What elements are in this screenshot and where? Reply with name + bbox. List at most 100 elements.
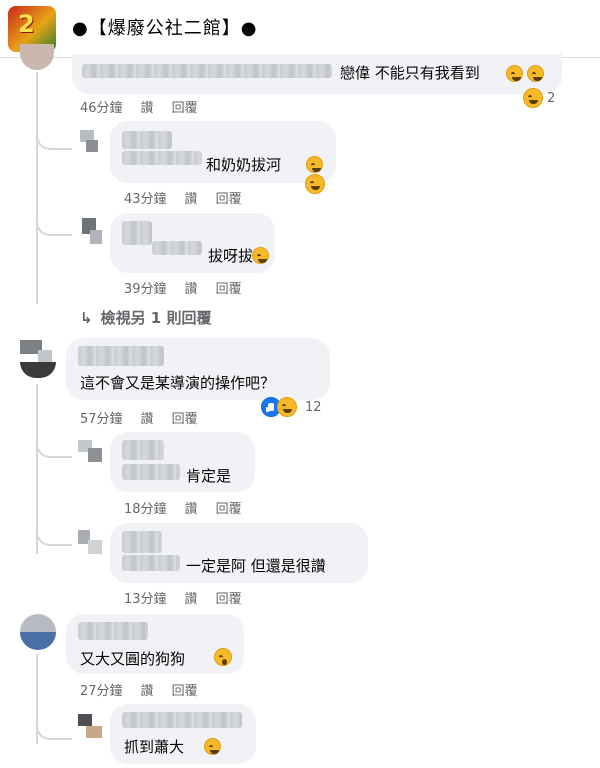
author-name-blurred[interactable] (122, 555, 180, 571)
avatar[interactable] (20, 338, 56, 378)
like-button[interactable]: 讚 (185, 192, 198, 207)
reaction-summary[interactable]: 12 (261, 395, 322, 419)
comment-meta: 13分鐘 讚 回覆 (124, 588, 260, 607)
comment-time[interactable]: 27分鐘 (80, 684, 123, 699)
author-name-blurred[interactable] (152, 241, 202, 255)
author-name-blurred[interactable] (78, 346, 164, 366)
reaction-summary[interactable]: 2 (523, 86, 555, 110)
avatar-pixel (38, 350, 52, 362)
avatar[interactable] (76, 218, 104, 246)
view-more-replies-link[interactable]: ↳ 檢視另 1 則回覆 (80, 307, 211, 328)
group-header: 2 ●【爆廢公社二館】● (0, 0, 600, 58)
avatar-pixel (86, 726, 102, 738)
avatar-pixel (20, 362, 56, 378)
reply-button[interactable]: 回覆 (172, 101, 198, 116)
like-button[interactable]: 讚 (185, 502, 198, 517)
comment-text: 和奶奶拔河 (206, 156, 282, 174)
comment-text: 拔呀拔 (208, 247, 254, 265)
logo-mark: 2 (18, 10, 35, 38)
thread-connector (36, 128, 72, 150)
avatar[interactable] (20, 44, 54, 70)
reaction-count: 12 (305, 399, 322, 415)
like-button[interactable]: 讚 (141, 412, 154, 427)
reply-button[interactable]: 回覆 (172, 412, 198, 427)
comment-bubble: 拔呀拔 (110, 213, 275, 273)
view-more-label: 檢視另 1 則回覆 (100, 309, 212, 327)
thread-connector (36, 436, 72, 458)
thread-connector (36, 214, 72, 236)
avatar[interactable] (76, 712, 104, 740)
avatar-pixel (20, 614, 56, 632)
comment-time[interactable]: 46分鐘 (80, 101, 123, 116)
emoji-shocked-icon (214, 648, 232, 666)
avatar[interactable] (76, 128, 104, 156)
reaction-summary[interactable] (305, 172, 325, 196)
comment-meta: 18分鐘 讚 回覆 (124, 498, 260, 517)
haha-reaction-icon (305, 174, 325, 194)
comment-text: 又大又圓的狗狗 (80, 650, 186, 668)
comment-text: 抓到蕭大 (124, 738, 185, 756)
reply-arrow-icon: ↳ (80, 309, 93, 327)
comment-meta: 46分鐘 讚 回覆 (80, 97, 216, 116)
author-name-blurred[interactable] (122, 440, 164, 460)
comment-bubble: 和奶奶拔河 (110, 121, 336, 183)
comment-meta: 39分鐘 讚 回覆 (124, 278, 260, 297)
comment-text: 一定是阿 但還是很讚 (186, 557, 326, 575)
comment-bubble: 戀偉 不能只有我看到 (72, 54, 562, 94)
avatar-pixel (88, 540, 102, 554)
thread-line (36, 72, 38, 304)
like-button[interactable]: 讚 (141, 101, 154, 116)
comment-time[interactable]: 43分鐘 (124, 192, 167, 207)
comment-meta: 57分鐘 讚 回覆 (80, 408, 216, 427)
avatar-pixel (88, 448, 102, 462)
reply-button[interactable]: 回覆 (172, 684, 198, 699)
comment-bubble: 一定是阿 但還是很讚 (110, 523, 368, 583)
reply-button[interactable]: 回覆 (216, 592, 242, 607)
comment-time[interactable]: 18分鐘 (124, 502, 167, 517)
thread-connector (36, 718, 72, 740)
author-name-blurred[interactable] (122, 531, 162, 553)
emoji-smirk-icon (306, 156, 323, 173)
reaction-count: 2 (547, 90, 556, 106)
avatar[interactable] (76, 528, 104, 556)
avatar-pixel (20, 632, 56, 650)
avatar-pixel (90, 230, 102, 244)
author-name-blurred[interactable] (122, 131, 172, 149)
comment-meta: 27分鐘 讚 回覆 (80, 680, 216, 699)
author-name-blurred[interactable] (78, 622, 148, 640)
comment-text: 肯定是 (186, 467, 232, 485)
author-name-blurred[interactable] (122, 712, 242, 728)
reply-button[interactable]: 回覆 (216, 502, 242, 517)
haha-reaction-icon (277, 397, 297, 417)
comment-time[interactable]: 57分鐘 (80, 412, 123, 427)
avatar[interactable] (20, 614, 56, 650)
author-name-blurred[interactable] (122, 151, 202, 165)
comment-time[interactable]: 39分鐘 (124, 282, 167, 297)
thread-connector (36, 524, 72, 546)
emoji-laugh-cry-icon (204, 738, 221, 755)
comment-bubble: 抓到蕭大 (110, 704, 256, 764)
comment-bubble: 這不會又是某導演的操作吧？ (66, 338, 330, 400)
author-name-blurred[interactable] (82, 64, 332, 78)
author-name-blurred[interactable] (122, 464, 180, 480)
comment-meta: 43分鐘 讚 回覆 (124, 188, 260, 207)
avatar[interactable] (76, 436, 104, 464)
emoji-laugh-icon (527, 65, 544, 82)
comment-bubble: 肯定是 (110, 432, 255, 492)
haha-reaction-icon (523, 88, 543, 108)
like-button[interactable]: 讚 (141, 684, 154, 699)
emoji-grin-icon (506, 65, 523, 82)
comment-text: 戀偉 不能只有我看到 (340, 64, 480, 82)
emoji-laugh-icon (252, 247, 269, 264)
avatar-pixel (78, 714, 92, 726)
avatar-pixel (86, 140, 98, 152)
group-title[interactable]: ●【爆廢公社二館】● (72, 14, 257, 40)
comment-time[interactable]: 13分鐘 (124, 592, 167, 607)
reply-button[interactable]: 回覆 (216, 282, 242, 297)
like-button[interactable]: 讚 (185, 282, 198, 297)
author-name-blurred[interactable] (122, 221, 152, 245)
comment-bubble: 又大又圓的狗狗 (66, 614, 244, 674)
reply-button[interactable]: 回覆 (216, 192, 242, 207)
comment-text: 這不會又是某導演的操作吧？ (80, 374, 276, 392)
like-button[interactable]: 讚 (185, 592, 198, 607)
